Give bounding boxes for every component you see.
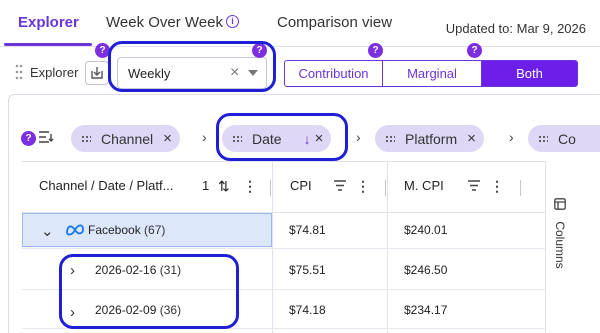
close-icon[interactable]: ×	[163, 130, 172, 147]
column-menu-icon[interactable]: ⋮	[356, 178, 370, 195]
chevron-right-icon: ›	[356, 129, 361, 145]
help-icon[interactable]: ?	[21, 131, 36, 146]
group-chip-label: Channel	[101, 130, 154, 147]
mode-both-button[interactable]: Both	[481, 61, 577, 86]
column-divider	[520, 180, 521, 196]
group-chip-label: Co	[558, 130, 576, 147]
mode-marginal-button[interactable]: Marginal	[382, 61, 481, 86]
granularity-select[interactable]: Weekly ×	[117, 57, 267, 89]
grid-top-border	[22, 161, 546, 162]
group-chip-label: Platform	[405, 130, 458, 147]
group-chip-channel[interactable]: Channel ×	[71, 125, 180, 152]
columns-panel-label[interactable]: Columns	[553, 221, 567, 268]
chevron-down-icon[interactable]: ⌄	[41, 222, 54, 240]
cell-cpi: $74.18	[289, 303, 326, 317]
help-icon[interactable]: ?	[95, 43, 110, 58]
mode-contribution-button[interactable]: Contribution	[285, 61, 382, 86]
tab-explorer[interactable]: Explorer	[18, 14, 79, 31]
row-label-text: Facebook	[88, 223, 141, 237]
filter-icon[interactable]	[334, 180, 346, 191]
tab-week-over-week[interactable]: Week Over Week i	[106, 14, 239, 31]
meta-icon	[66, 224, 84, 236]
side-panel-border	[545, 162, 546, 333]
group-chip-date[interactable]: Date ↓ ×	[222, 125, 332, 152]
row-label-text: 2026-02-09	[95, 303, 157, 317]
sort-order-index: 1	[202, 178, 210, 193]
chevron-right-icon[interactable]: ›	[70, 304, 75, 321]
help-icon[interactable]: ?	[467, 43, 482, 58]
cell-m-cpi: $246.50	[404, 263, 448, 277]
chevron-right-icon: ›	[202, 129, 207, 145]
chevron-right-icon[interactable]: ›	[70, 262, 75, 279]
row-label-text: 2026-02-16	[95, 263, 157, 277]
drag-handle-icon[interactable]	[15, 63, 23, 81]
chevron-down-icon[interactable]	[248, 70, 258, 76]
columns-icon	[554, 198, 566, 210]
close-icon[interactable]: ×	[467, 130, 476, 147]
drag-handle-icon[interactable]	[81, 134, 91, 143]
group-chip-label: Date	[252, 130, 282, 147]
help-icon[interactable]: ?	[252, 43, 267, 58]
clear-icon[interactable]: ×	[230, 64, 239, 82]
active-tab-indicator	[4, 43, 92, 46]
tab-comparison-view[interactable]: Comparison view	[277, 14, 392, 31]
mode-segmented-control: Contribution Marginal Both	[284, 60, 578, 87]
column-menu-icon[interactable]: ⋮	[243, 178, 257, 195]
row-label: 2026-02-16 (31)	[95, 263, 181, 277]
column-header-m-cpi[interactable]: M. CPI	[404, 178, 444, 193]
cell-cpi: $74.81	[289, 223, 326, 237]
row-count: (31)	[159, 263, 182, 277]
group-chip-partial[interactable]: Co	[528, 125, 600, 152]
cell-m-cpi: $234.17	[404, 303, 448, 317]
info-icon[interactable]: i	[225, 15, 239, 28]
column-header-cpi[interactable]: CPI	[290, 178, 312, 193]
help-icon[interactable]: ?	[368, 43, 383, 58]
tab-week-over-week-label: Week Over Week	[106, 14, 223, 31]
updated-timestamp: Updated to: Mar 9, 2026	[445, 21, 586, 36]
cell-m-cpi: $240.01	[404, 223, 448, 237]
drag-handle-icon[interactable]	[538, 134, 548, 143]
filter-icon[interactable]	[468, 180, 480, 191]
explorer-label: Explorer	[30, 65, 79, 80]
download-icon	[91, 67, 103, 79]
drag-handle-icon[interactable]	[232, 134, 242, 143]
row-count: (36)	[159, 303, 182, 317]
row-count: (67)	[144, 223, 166, 237]
column-divider	[385, 180, 386, 196]
chevron-right-icon: ›	[509, 129, 514, 145]
group-chip-platform[interactable]: Platform ×	[375, 125, 484, 152]
drag-handle-icon[interactable]	[385, 134, 395, 143]
row-label: 2026-02-09 (36)	[95, 303, 181, 317]
column-header-channel[interactable]: Channel / Date / Platf...	[39, 178, 173, 193]
granularity-value: Weekly	[128, 66, 171, 81]
group-rows-icon	[39, 131, 54, 143]
download-button[interactable]	[85, 61, 109, 85]
cell-cpi: $75.51	[289, 263, 326, 277]
row-label: Facebook (67)	[88, 223, 165, 237]
sort-toggle-icon[interactable]: ⇅	[218, 178, 230, 195]
column-divider	[270, 180, 271, 196]
close-icon[interactable]: ×	[315, 130, 324, 147]
sort-descending-icon[interactable]: ↓	[304, 131, 311, 147]
top-tab-bar: Explorer Week Over Week i Comparison view…	[0, 0, 600, 47]
row-divider	[22, 328, 546, 329]
row-divider	[22, 248, 546, 249]
column-menu-icon[interactable]: ⋮	[490, 178, 504, 195]
row-divider	[22, 289, 546, 290]
